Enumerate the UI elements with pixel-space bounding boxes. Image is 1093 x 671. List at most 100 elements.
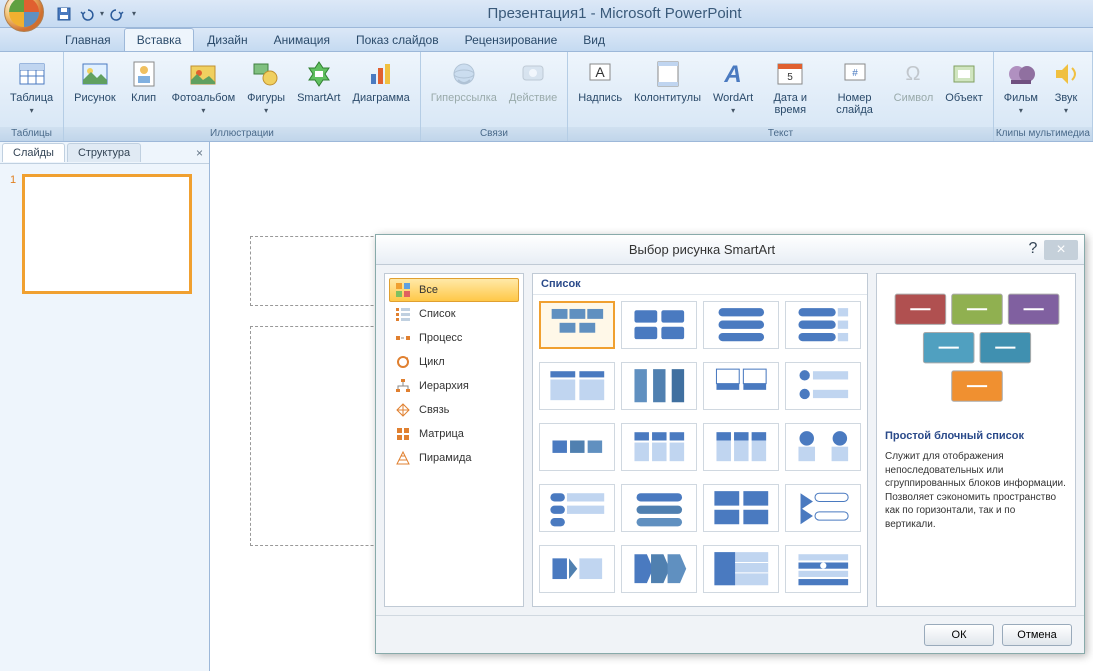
redo-icon[interactable]: [110, 6, 126, 22]
tab-slideshow[interactable]: Показ слайдов: [343, 28, 452, 51]
object-button[interactable]: Объект: [941, 56, 986, 106]
undo-icon[interactable]: [78, 6, 94, 22]
gallery-item[interactable]: [703, 545, 779, 593]
group-illustrations: Рисунок Клип Фотоальбом ▾ Фигуры ▾ Smart…: [64, 52, 421, 141]
shapes-icon: [250, 58, 282, 90]
gallery-item[interactable]: [785, 362, 861, 410]
gallery-item[interactable]: [785, 545, 861, 593]
object-icon: [948, 58, 980, 90]
wordart-button[interactable]: A WordArt ▾: [709, 56, 757, 117]
gallery-item[interactable]: [539, 545, 615, 593]
category-relationship[interactable]: Связь: [389, 398, 519, 422]
svg-text:A: A: [595, 64, 605, 80]
dialog-title: Выбор рисунка SmartArt: [382, 242, 1022, 257]
gallery-item[interactable]: [539, 301, 615, 349]
wordart-icon: A: [717, 58, 749, 90]
gallery-item[interactable]: [703, 423, 779, 471]
chart-button[interactable]: Диаграмма: [349, 56, 414, 106]
table-label: Таблица: [10, 92, 53, 104]
slide-thumbnail[interactable]: [22, 174, 192, 294]
chevron-down-icon: ▾: [201, 106, 205, 115]
close-icon[interactable]: ×: [1044, 240, 1078, 260]
window-title: Презентация1 - Microsoft PowerPoint: [136, 5, 1093, 22]
chevron-down-icon: ▾: [1019, 106, 1023, 115]
gallery-item[interactable]: [703, 301, 779, 349]
tab-view[interactable]: Вид: [570, 28, 618, 51]
hyperlink-icon: [448, 58, 480, 90]
gallery-item[interactable]: [621, 362, 697, 410]
category-hierarchy[interactable]: Иерархия: [389, 374, 519, 398]
gallery-item[interactable]: [703, 484, 779, 532]
group-tables-label: Таблицы: [0, 127, 63, 141]
album-button[interactable]: Фотоальбом ▾: [168, 56, 240, 117]
gallery-item[interactable]: [785, 423, 861, 471]
category-list[interactable]: Список: [389, 302, 519, 326]
action-icon: [517, 58, 549, 90]
gallery-item[interactable]: [621, 423, 697, 471]
table-button[interactable]: Таблица ▾: [6, 56, 57, 117]
category-cycle[interactable]: Цикл: [389, 350, 519, 374]
gallery-item[interactable]: [621, 301, 697, 349]
office-button[interactable]: [4, 0, 44, 32]
gallery-item[interactable]: [703, 362, 779, 410]
svg-text:Ω: Ω: [906, 63, 921, 85]
tab-outline[interactable]: Структура: [67, 143, 141, 162]
gallery-item[interactable]: [621, 484, 697, 532]
headerfooter-button[interactable]: Колонтитулы: [630, 56, 705, 106]
gallery-item[interactable]: [621, 545, 697, 593]
ribbon: Таблица ▾ Таблицы Рисунок Клип Фотоальбо…: [0, 52, 1093, 142]
tab-home[interactable]: Главная: [52, 28, 124, 51]
symbol-icon: Ω: [897, 58, 929, 90]
picture-button[interactable]: Рисунок: [70, 56, 120, 106]
tab-animation[interactable]: Анимация: [261, 28, 343, 51]
cancel-button[interactable]: Отмена: [1002, 624, 1072, 646]
preview-description: Служит для отображения непоследовательны…: [885, 450, 1067, 531]
tab-review[interactable]: Рецензирование: [452, 28, 571, 51]
category-pyramid[interactable]: Пирамида: [389, 446, 519, 470]
chevron-down-icon: ▾: [30, 106, 34, 115]
gallery-grid[interactable]: [533, 295, 867, 606]
undo-dropdown-icon[interactable]: ▾: [100, 9, 104, 18]
movie-button[interactable]: Фильм ▾: [1000, 56, 1042, 117]
chevron-down-icon: ▾: [1064, 106, 1068, 115]
gallery-item[interactable]: [539, 423, 615, 471]
all-icon: [395, 282, 411, 298]
smartart-dialog: Выбор рисунка SmartArt ? × Все Список Пр…: [375, 234, 1085, 654]
ok-button[interactable]: ОК: [924, 624, 994, 646]
svg-text:A: A: [723, 61, 741, 88]
tab-insert[interactable]: Вставка: [124, 28, 195, 51]
gallery-item[interactable]: [785, 301, 861, 349]
textbox-button[interactable]: A Надпись: [574, 56, 626, 106]
hierarchy-icon: [395, 378, 411, 394]
gallery-item[interactable]: [539, 362, 615, 410]
group-tables: Таблица ▾ Таблицы: [0, 52, 64, 141]
slidenum-button[interactable]: # Номер слайда: [823, 56, 885, 118]
tab-design[interactable]: Дизайн: [194, 28, 260, 51]
cycle-icon: [395, 354, 411, 370]
gallery-item[interactable]: [785, 484, 861, 532]
tab-slides[interactable]: Слайды: [2, 143, 65, 162]
help-icon[interactable]: ?: [1022, 240, 1044, 260]
relationship-icon: [395, 402, 411, 418]
action-button[interactable]: Действие: [505, 56, 561, 106]
gallery-item[interactable]: [539, 484, 615, 532]
chevron-down-icon: ▾: [731, 106, 735, 115]
group-links: Гиперссылка Действие Связи: [421, 52, 569, 141]
category-matrix[interactable]: Матрица: [389, 422, 519, 446]
smartart-button[interactable]: SmartArt: [293, 56, 344, 106]
symbol-button[interactable]: Ω Символ: [890, 56, 938, 106]
dialog-titlebar: Выбор рисунка SmartArt ? ×: [376, 235, 1084, 265]
hyperlink-button[interactable]: Гиперссылка: [427, 56, 501, 106]
clip-icon: [128, 58, 160, 90]
sound-icon: [1050, 58, 1082, 90]
sound-button[interactable]: Звук ▾: [1046, 56, 1086, 117]
category-all[interactable]: Все: [389, 278, 519, 302]
close-panel-icon[interactable]: ×: [196, 146, 203, 160]
category-process[interactable]: Процесс: [389, 326, 519, 350]
shapes-button[interactable]: Фигуры ▾: [243, 56, 289, 117]
group-text: A Надпись Колонтитулы A WordArt ▾ 5 Дата…: [568, 52, 994, 141]
clip-button[interactable]: Клип: [124, 56, 164, 106]
datetime-button[interactable]: 5 Дата и время: [761, 56, 819, 118]
save-icon[interactable]: [56, 6, 72, 22]
slides-panel-tabs: Слайды Структура ×: [0, 142, 209, 164]
